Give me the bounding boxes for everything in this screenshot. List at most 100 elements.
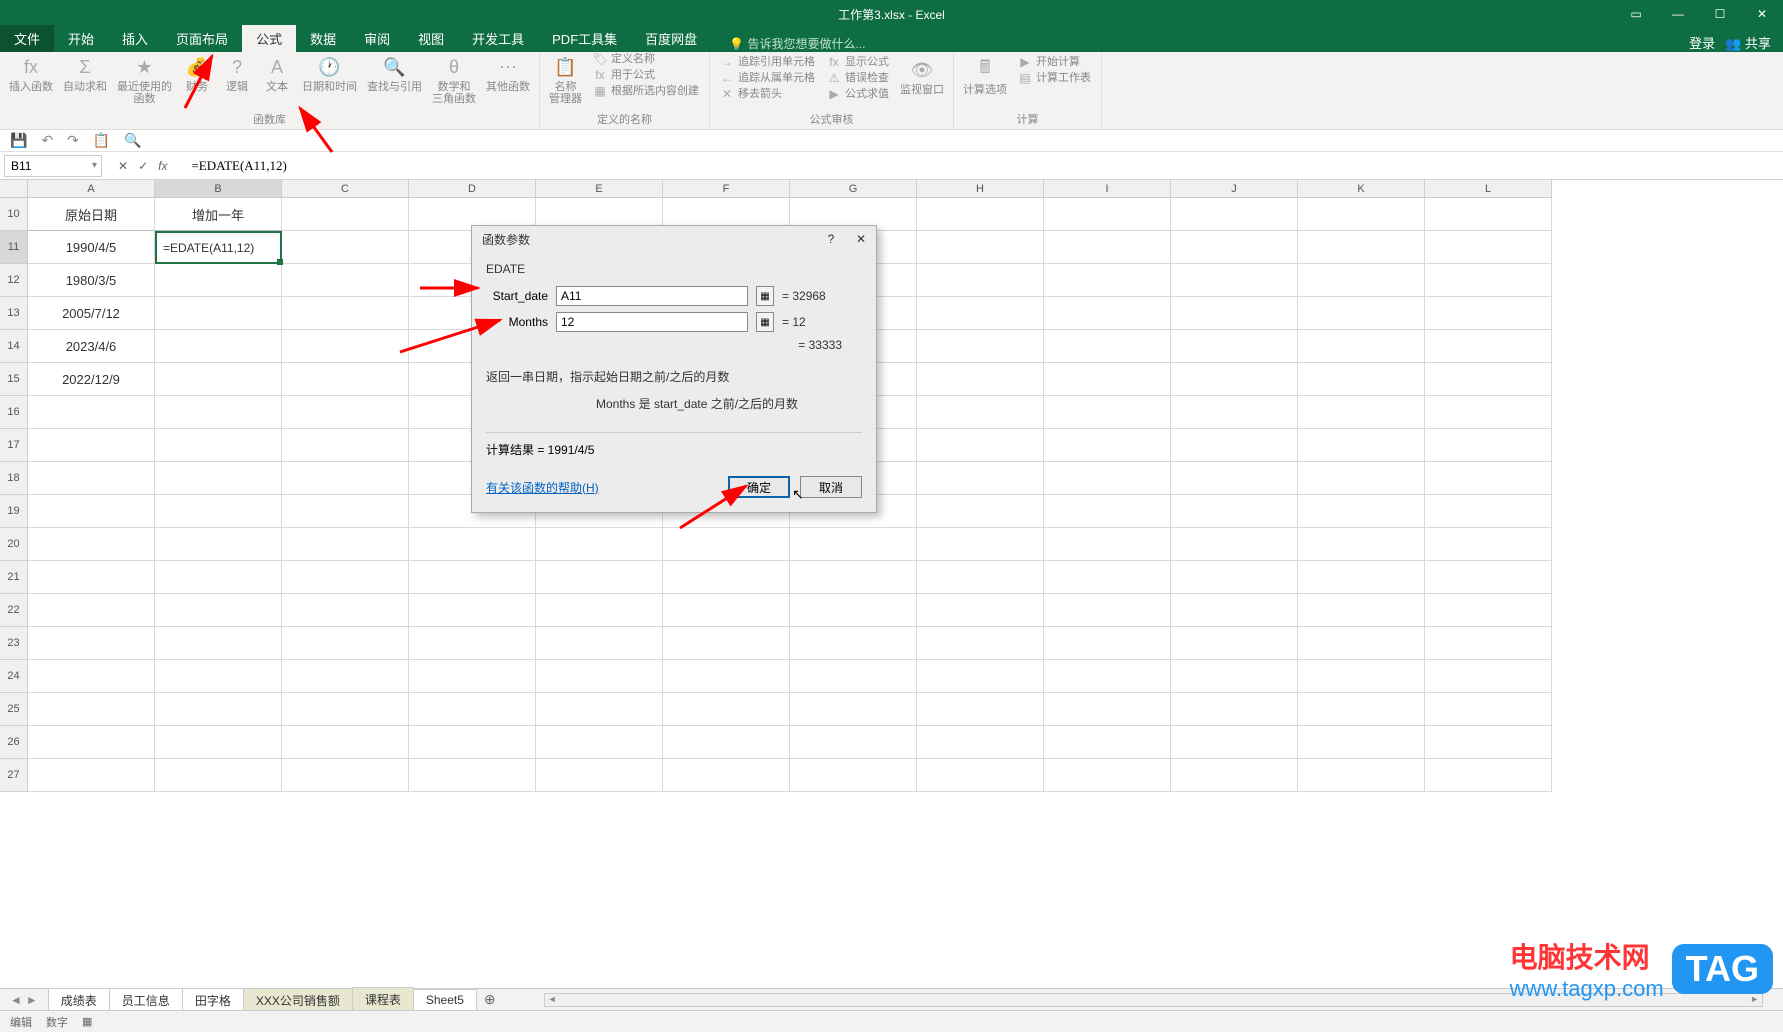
- cell[interactable]: [1425, 198, 1552, 231]
- error-check-button[interactable]: ⚠错误检查: [823, 70, 893, 86]
- column-header[interactable]: B: [155, 180, 282, 198]
- cell[interactable]: [663, 561, 790, 594]
- cell[interactable]: [28, 759, 155, 792]
- recent-fn-button[interactable]: ★最近使用的 函数: [114, 51, 175, 109]
- cell[interactable]: [1171, 363, 1298, 396]
- arg2-input[interactable]: [556, 312, 748, 332]
- cell[interactable]: [1171, 693, 1298, 726]
- row-header[interactable]: 14: [0, 330, 28, 363]
- row-header[interactable]: 12: [0, 264, 28, 297]
- cell[interactable]: [28, 693, 155, 726]
- cell[interactable]: [155, 429, 282, 462]
- cell[interactable]: [28, 462, 155, 495]
- cell[interactable]: [1171, 627, 1298, 660]
- lookup-button[interactable]: 🔍查找与引用: [364, 51, 425, 97]
- cell[interactable]: [663, 726, 790, 759]
- text-fn-button[interactable]: A文本: [259, 51, 295, 97]
- add-sheet-button[interactable]: ⊕: [476, 991, 504, 1008]
- column-header[interactable]: I: [1044, 180, 1171, 198]
- logical-button[interactable]: ?逻辑: [219, 51, 255, 97]
- ribbon-display-icon[interactable]: ▭: [1615, 0, 1657, 28]
- cell[interactable]: [28, 429, 155, 462]
- cell[interactable]: [155, 726, 282, 759]
- column-header[interactable]: K: [1298, 180, 1425, 198]
- cell[interactable]: [155, 396, 282, 429]
- tab-home[interactable]: 开始: [54, 25, 108, 52]
- cell[interactable]: [1044, 363, 1171, 396]
- row-header[interactable]: 11: [0, 231, 28, 264]
- cell[interactable]: [917, 264, 1044, 297]
- cell[interactable]: [1425, 330, 1552, 363]
- tab-formulas[interactable]: 公式: [242, 25, 296, 52]
- cell[interactable]: [1171, 396, 1298, 429]
- cell[interactable]: [1044, 627, 1171, 660]
- cell[interactable]: [282, 264, 409, 297]
- cell[interactable]: [663, 693, 790, 726]
- cell[interactable]: [1044, 297, 1171, 330]
- cancel-button[interactable]: 取消: [800, 476, 862, 498]
- column-header[interactable]: A: [28, 180, 155, 198]
- cell[interactable]: [1425, 528, 1552, 561]
- cell[interactable]: [28, 627, 155, 660]
- undo-icon[interactable]: ↶: [41, 132, 53, 149]
- cell[interactable]: [155, 660, 282, 693]
- cell[interactable]: [1044, 429, 1171, 462]
- sheet-tab[interactable]: XXX公司销售额: [243, 988, 353, 1012]
- sheet-tab[interactable]: Sheet5: [413, 989, 477, 1010]
- cell[interactable]: [663, 660, 790, 693]
- cell[interactable]: [917, 627, 1044, 660]
- datetime-button[interactable]: 🕐日期和时间: [299, 51, 360, 97]
- cell[interactable]: [917, 198, 1044, 231]
- tab-page-layout[interactable]: 页面布局: [162, 25, 242, 52]
- cell[interactable]: [155, 528, 282, 561]
- cell[interactable]: [536, 561, 663, 594]
- cell[interactable]: [28, 561, 155, 594]
- cell[interactable]: [282, 429, 409, 462]
- cell[interactable]: 增加一年: [155, 198, 282, 231]
- cell[interactable]: [917, 759, 1044, 792]
- tab-review[interactable]: 审阅: [350, 25, 404, 52]
- cell[interactable]: [1425, 396, 1552, 429]
- formula-input[interactable]: =EDATE(A11,12): [183, 155, 1783, 177]
- row-header[interactable]: 24: [0, 660, 28, 693]
- cell[interactable]: [663, 528, 790, 561]
- cell[interactable]: [1171, 726, 1298, 759]
- cell[interactable]: [155, 297, 282, 330]
- cell[interactable]: [663, 627, 790, 660]
- column-header[interactable]: G: [790, 180, 917, 198]
- cell[interactable]: [1298, 231, 1425, 264]
- row-header[interactable]: 16: [0, 396, 28, 429]
- cell[interactable]: [1171, 231, 1298, 264]
- cell[interactable]: 1990/4/5: [28, 231, 155, 264]
- trace-dependents-button[interactable]: ←追踪从属单元格: [716, 70, 819, 86]
- arg1-input[interactable]: [556, 286, 748, 306]
- cell[interactable]: [155, 264, 282, 297]
- cell[interactable]: [409, 660, 536, 693]
- cell[interactable]: [1425, 660, 1552, 693]
- cell[interactable]: [917, 231, 1044, 264]
- cell[interactable]: [917, 726, 1044, 759]
- cell[interactable]: [790, 693, 917, 726]
- column-header[interactable]: L: [1425, 180, 1552, 198]
- cell[interactable]: [155, 561, 282, 594]
- cell[interactable]: [536, 627, 663, 660]
- cell[interactable]: [1298, 462, 1425, 495]
- column-header[interactable]: D: [409, 180, 536, 198]
- cell[interactable]: [1298, 363, 1425, 396]
- sheet-tab[interactable]: 成绩表: [48, 988, 110, 1012]
- cell[interactable]: [663, 594, 790, 627]
- cell[interactable]: [1044, 495, 1171, 528]
- enter-formula-icon[interactable]: ✓: [138, 159, 148, 173]
- cell[interactable]: [1425, 627, 1552, 660]
- tab-view[interactable]: 视图: [404, 25, 458, 52]
- cell[interactable]: [1171, 429, 1298, 462]
- cell[interactable]: [790, 594, 917, 627]
- cell[interactable]: [155, 693, 282, 726]
- cell[interactable]: [790, 726, 917, 759]
- column-header[interactable]: E: [536, 180, 663, 198]
- cell[interactable]: [790, 759, 917, 792]
- cell[interactable]: [536, 594, 663, 627]
- cell[interactable]: [1044, 528, 1171, 561]
- cell[interactable]: [1425, 231, 1552, 264]
- cell[interactable]: [155, 759, 282, 792]
